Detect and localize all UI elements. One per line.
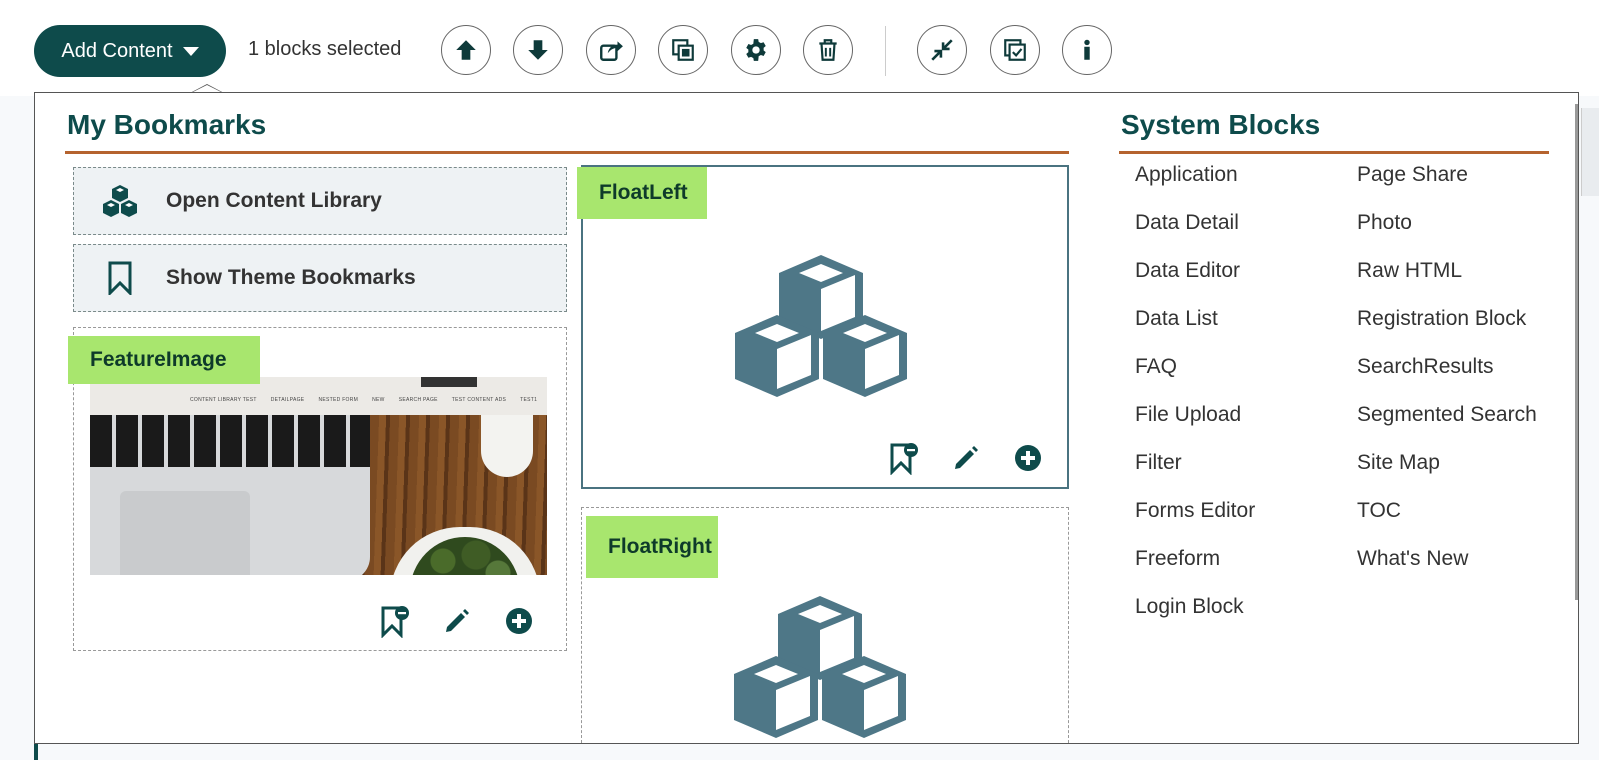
system-block-item[interactable]: Segmented Search [1357,403,1537,427]
system-block-item[interactable]: File Upload [1135,403,1241,427]
show-theme-bookmarks-label: Show Theme Bookmarks [166,266,416,289]
arrow-up-icon [456,40,476,60]
system-block-item[interactable]: What's New [1357,547,1468,571]
delete-button[interactable] [803,25,853,75]
open-content-library-label: Open Content Library [166,189,382,212]
system-block-item[interactable]: Login Block [1135,595,1244,619]
system-block-item[interactable]: Registration Block [1357,307,1526,331]
preview-link: SEARCH PAGE [398,397,438,403]
arrow-down-icon [528,40,548,60]
system-block-item[interactable]: Data List [1135,307,1218,331]
info-icon [1084,39,1090,60]
cubes-icon [734,596,906,738]
bookmarks-rule [65,151,1069,154]
edit-button[interactable] [947,439,985,477]
block-name-tag: FeatureImage [68,336,260,384]
info-button[interactable] [1062,25,1112,75]
system-blocks-title: System Blocks [1121,109,1321,140]
preview-keyboard [90,415,370,467]
preview-link: DETAILPAGE [270,397,305,403]
collapse-icon [931,39,953,61]
preview-cup [481,415,533,477]
system-block-item[interactable]: Raw HTML [1357,259,1462,283]
system-block-item[interactable]: Site Map [1357,451,1440,475]
preview-link: NEW [372,397,385,403]
show-theme-bookmarks-button[interactable]: Show Theme Bookmarks [73,244,567,312]
system-block-item[interactable]: Photo [1357,211,1412,235]
bookmarks-title: My Bookmarks [67,109,267,140]
system-blocks-rule [1119,151,1549,154]
page-accent-strip [34,744,38,760]
remove-bookmark-button[interactable] [376,602,414,640]
caret-down-icon [182,46,199,56]
system-block-item[interactable]: Data Editor [1135,259,1240,283]
preview-links: CONTENT LIBRARY TEST DETAILPAGE NESTED F… [190,397,537,403]
editor-toolbar: Add Content 1 blocks selected [0,0,1599,96]
block-name-tag: FloatLeft [577,167,707,219]
card-actions [885,439,1047,477]
selection-count: 1 blocks selected [248,38,402,60]
bookmark-icon [100,258,140,298]
trash-icon [819,39,837,61]
add-content-label: Add Content [61,39,173,62]
block-preview-image: CONTENT LIBRARY TEST DETAILPAGE NESTED F… [90,377,547,575]
background-page-edge [1581,108,1599,196]
card-actions [376,602,538,640]
collapse-button[interactable] [917,25,967,75]
system-block-item[interactable]: Filter [1135,451,1182,475]
bookmark-remove-icon [890,443,918,475]
copy-icon [672,39,694,61]
system-block-item[interactable]: FAQ [1135,355,1177,379]
plus-circle-icon [1015,445,1041,471]
move-down-button[interactable] [513,25,563,75]
system-block-item[interactable]: TOC [1357,499,1401,523]
pencil-icon [955,446,978,469]
toolbar-divider [885,26,886,76]
system-block-item[interactable]: SearchResults [1357,355,1494,379]
preview-link: TEST CONTENT ADS [451,397,507,403]
preview-link: NESTED FORM [318,397,359,403]
plus-circle-icon [506,608,532,634]
preview-link: CONTENT LIBRARY TEST [190,397,257,403]
edit-button[interactable] [438,602,476,640]
open-content-library-button[interactable]: Open Content Library [73,167,567,235]
add-block-button[interactable] [500,602,538,640]
block-name-tag: FloatRight [586,516,718,578]
select-all-button[interactable] [990,25,1040,75]
preview-search [421,377,477,387]
system-block-item[interactable]: Forms Editor [1135,499,1255,523]
system-block-item[interactable]: Application [1135,163,1238,187]
bookmark-card-floatright[interactable]: FloatRight [581,507,1069,743]
system-block-item[interactable]: Page Share [1357,163,1468,187]
add-content-button[interactable]: Add Content [34,25,226,77]
add-block-button[interactable] [1009,439,1047,477]
remove-bookmark-button[interactable] [885,439,923,477]
settings-button[interactable] [731,25,781,75]
gear-icon [746,39,766,61]
preview-trackpad [120,491,250,575]
bookmark-remove-icon [381,606,409,638]
checklist-icon [1004,39,1026,61]
bookmark-card-floatleft[interactable]: FloatLeft [577,165,1069,489]
cubes-icon [100,181,140,221]
copy-button[interactable] [658,25,708,75]
bookmark-card-featureimage[interactable]: CONTENT LIBRARY TEST DETAILPAGE NESTED F… [68,327,567,651]
move-up-button[interactable] [441,25,491,75]
system-block-item[interactable]: Freeform [1135,547,1220,571]
pencil-icon [446,609,469,632]
add-content-dropdown: My Bookmarks Open Content Library Show T… [34,92,1579,744]
share-icon [600,41,623,61]
preview-link: TEST1 [520,397,538,403]
cubes-icon [735,255,907,397]
panel-scrollbar[interactable] [1575,104,1578,600]
system-block-item[interactable]: Data Detail [1135,211,1239,235]
share-button[interactable] [586,25,636,75]
